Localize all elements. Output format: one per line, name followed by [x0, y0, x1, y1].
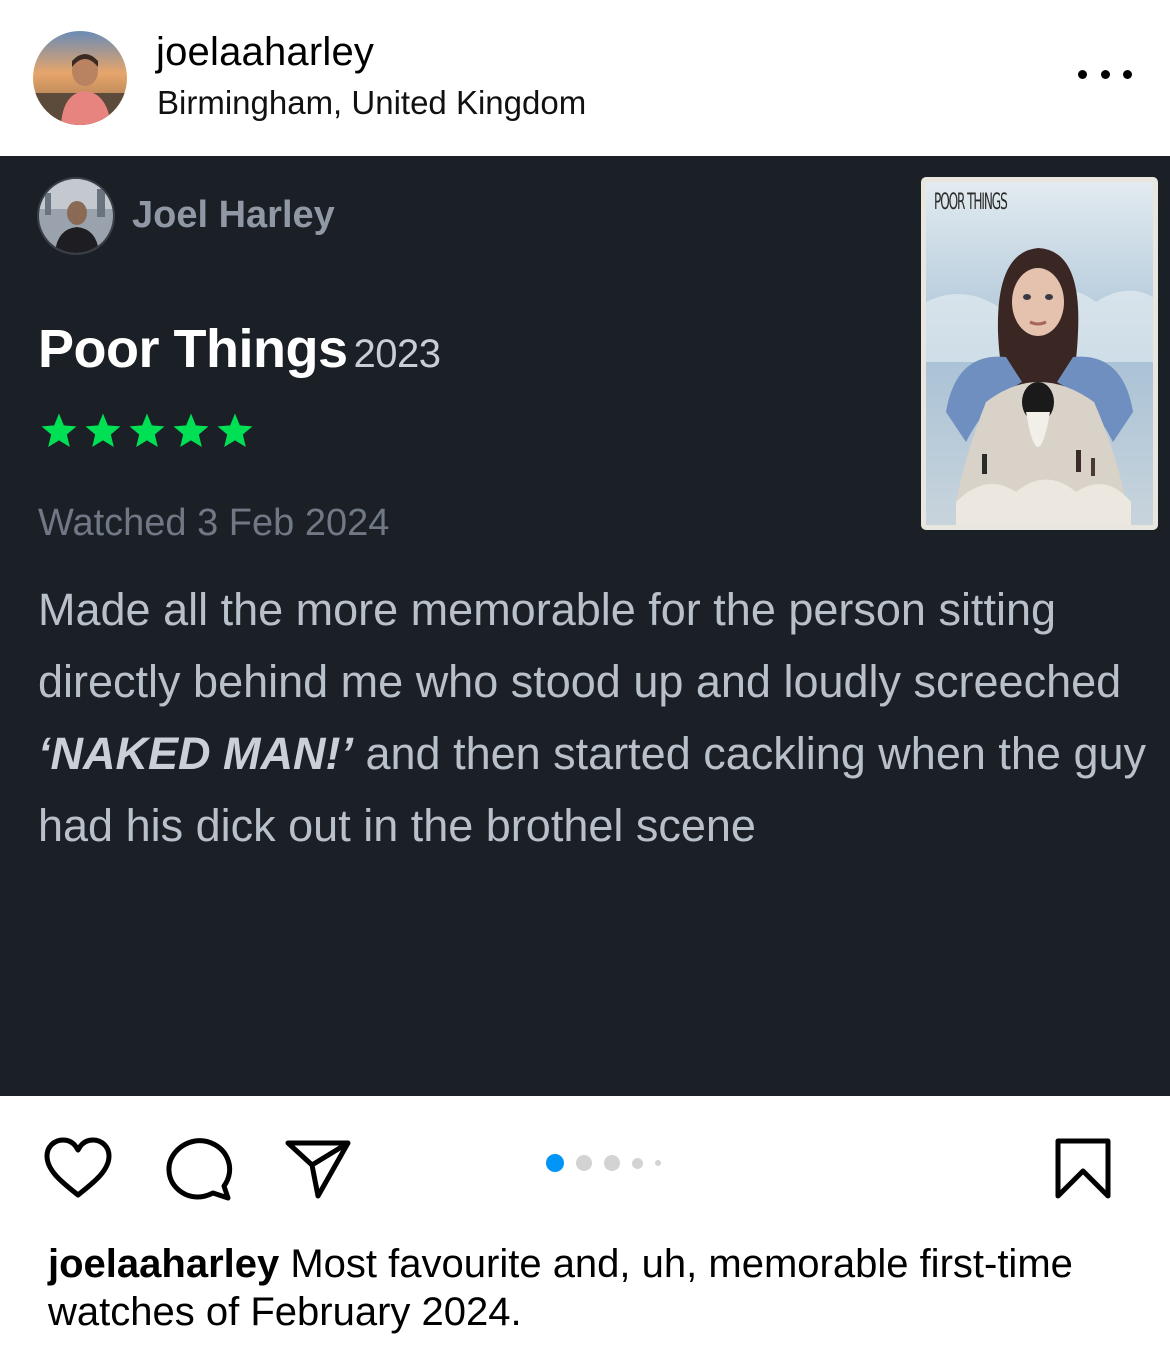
reviewer-name: Joel Harley	[132, 194, 335, 236]
post-username[interactable]: joelaaharley	[156, 30, 374, 75]
profile-avatar[interactable]	[33, 31, 127, 125]
paper-plane-icon[interactable]	[284, 1138, 352, 1200]
carousel-dot	[632, 1157, 643, 1169]
star-icon	[129, 413, 165, 447]
bookmark-icon[interactable]	[1054, 1137, 1112, 1201]
poster-artwork	[926, 182, 1153, 525]
star-icon	[41, 413, 77, 447]
star-icon	[217, 413, 253, 447]
heart-icon[interactable]	[43, 1137, 113, 1199]
review-text-before: Made all the more memorable for the pers…	[38, 584, 1122, 707]
carousel-dot	[655, 1160, 661, 1166]
carousel-dot-active	[546, 1154, 564, 1172]
post-header: joelaaharley Birmingham, United Kingdom	[0, 0, 1170, 156]
reviewer-avatar-photo	[39, 179, 113, 253]
post-caption: joelaaharley Most favourite and, uh, mem…	[48, 1240, 1128, 1336]
reviewer-avatar	[37, 177, 115, 255]
more-dots-icon[interactable]	[1078, 62, 1132, 86]
carousel-dot	[604, 1155, 620, 1171]
dot	[1123, 69, 1132, 79]
review-text: Made all the more memorable for the pers…	[38, 574, 1158, 862]
comment-icon[interactable]	[164, 1136, 234, 1202]
post-image[interactable]: Joel Harley Poor Things 2023 Watched 3 Fe…	[0, 156, 1170, 1096]
film-title: Poor Things 2023	[38, 318, 441, 380]
carousel-dot	[576, 1155, 592, 1171]
dot	[1078, 69, 1087, 79]
poster-title: POOR THINGS	[934, 190, 1008, 215]
film-year: 2023	[353, 332, 441, 376]
star-rating	[38, 411, 256, 451]
avatar-photo	[33, 31, 127, 125]
caption-username[interactable]: joelaaharley	[48, 1242, 279, 1286]
review-text-emphasis: ‘NAKED MAN!’	[38, 728, 353, 779]
post-location[interactable]: Birmingham, United Kingdom	[157, 84, 586, 122]
film-title-text: Poor Things	[38, 319, 348, 379]
carousel-indicator	[546, 1154, 661, 1172]
film-poster: POOR THINGS	[921, 177, 1158, 530]
dot	[1100, 69, 1110, 79]
star-icon	[173, 413, 209, 447]
watched-date: Watched 3 Feb 2024	[38, 502, 390, 544]
star-icon	[85, 413, 121, 447]
